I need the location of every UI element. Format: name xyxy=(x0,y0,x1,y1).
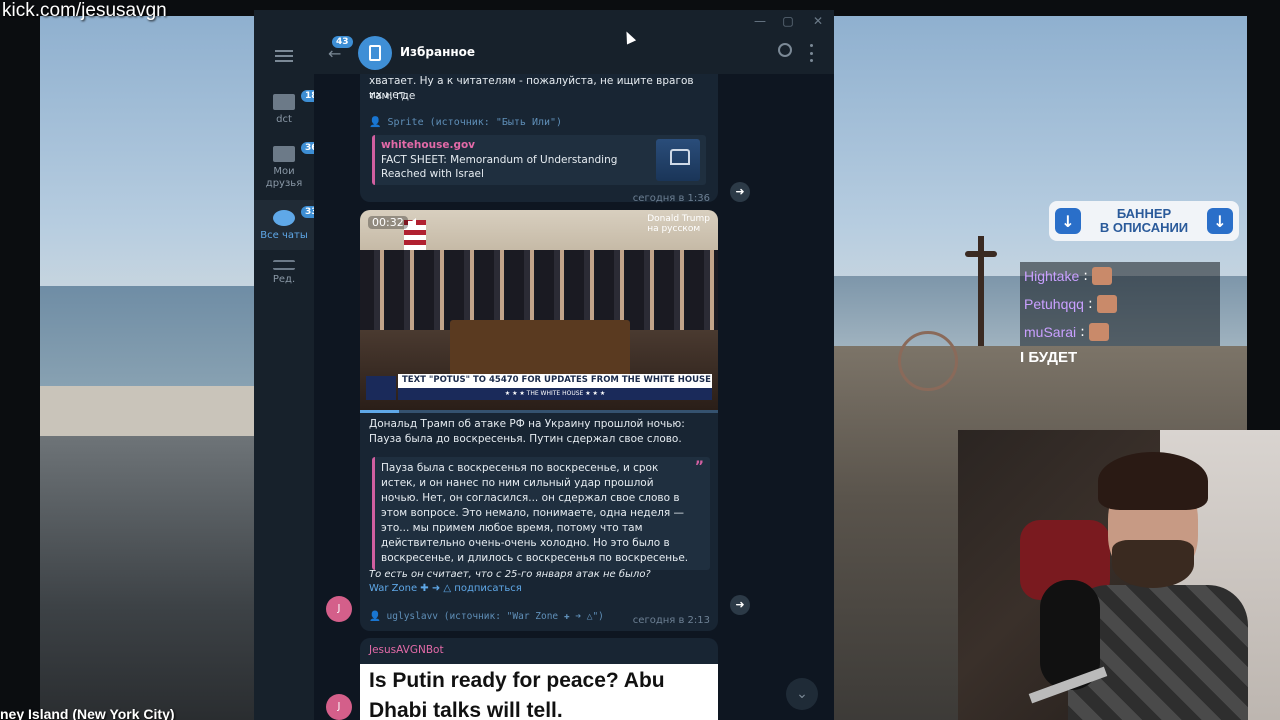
stream-chat: Hightake : Petuhqqq : muSarai : I БУДЕТ xyxy=(1020,262,1220,370)
video-desk xyxy=(450,320,630,380)
webcam-beard xyxy=(1112,540,1194,588)
telegram-window: — ▢ ✕ 188 dct 36 Мои друзья 338 xyxy=(254,10,834,720)
folder-sidebar: 188 dct 36 Мои друзья 338 Все чаты Ред. xyxy=(254,32,328,720)
folder-friends[interactable]: 36 Мои друзья xyxy=(254,142,322,202)
message-text: хватает. Ну а к читателям - пожалуйста, … xyxy=(369,75,694,102)
link-preview[interactable]: whitehouse.gov FACT SHEET: Memorandum of… xyxy=(372,135,706,185)
more-icon[interactable] xyxy=(810,44,814,62)
article-image[interactable]: Is Putin ready for peace? Abu Dhabi talk… xyxy=(360,664,718,720)
parachute-tower-top xyxy=(965,251,997,257)
back-badge: 43 xyxy=(332,36,353,48)
bot-message: JesusAVGNBot Is Putin ready for peace? A… xyxy=(360,638,718,720)
down-arrow-icon: ↓ xyxy=(1055,208,1081,234)
folder-edit[interactable]: Ред. xyxy=(254,260,314,300)
lower-third-text: TEXT "POTUS" TO 45470 FOR UPDATES FROM T… xyxy=(402,375,711,385)
bot-name[interactable]: JesusAVGNBot xyxy=(369,644,444,656)
link-site: whitehouse.gov xyxy=(381,139,476,151)
message-italic: То есть он считает, что с 25-го января а… xyxy=(369,569,651,580)
chat-line: Petuhqqq : xyxy=(1020,290,1220,318)
chat-title[interactable]: Избранное xyxy=(400,45,475,59)
saved-messages-avatar[interactable] xyxy=(358,36,392,70)
whitehouse-thumbnail xyxy=(656,139,700,181)
folder-label: Мои друзья xyxy=(265,166,303,189)
emote-icon xyxy=(1088,323,1109,341)
chat-colon: : xyxy=(1087,296,1093,312)
stream-url: kick.com/jesusavgn xyxy=(2,0,167,21)
folder-icon: 188 xyxy=(273,90,328,110)
share-icon[interactable]: ➜ xyxy=(730,182,750,202)
banner-line-1: БАННЕР xyxy=(1116,206,1172,221)
folder-label: Все чаты xyxy=(260,230,308,241)
article-headline: Is Putin ready for peace? Abu Dhabi talk… xyxy=(369,669,665,720)
forward-source[interactable]: 👤 Sprite (источник: "Быть Или") xyxy=(369,117,562,128)
town-left xyxy=(40,436,255,720)
user-avatar[interactable]: J xyxy=(326,694,352,720)
lower-third: TEXT "POTUS" TO 45470 FOR UPDATES FROM T… xyxy=(398,374,712,400)
chats-icon: 338 xyxy=(273,206,328,226)
quote-icon: ” xyxy=(694,459,704,475)
chat-username: Hightake xyxy=(1024,268,1080,284)
description-banner: ↓ БАННЕР В ОПИСАНИИ ↓ xyxy=(1049,201,1239,241)
share-icon[interactable]: ➜ xyxy=(730,595,750,615)
quote-block: Пауза была с воскресенья по воскресенье,… xyxy=(372,457,710,570)
edit-sliders-icon xyxy=(273,260,295,270)
quote-text: Пауза была с воскресенья по воскресенье,… xyxy=(381,462,689,564)
emote-icon xyxy=(1091,267,1112,285)
chat-message: I БУДЕТ xyxy=(1020,349,1078,366)
chat-header: ← 43 Избранное xyxy=(314,32,834,74)
chat-line: muSarai : xyxy=(1020,318,1220,346)
message-bubble: Дональд Трамп об атаке РФ на Украину про… xyxy=(360,413,718,631)
down-arrow-icon: ↓ xyxy=(1206,208,1233,234)
title-bar[interactable]: — ▢ ✕ xyxy=(254,10,834,32)
user-avatar[interactable]: J xyxy=(326,596,352,622)
message-text: их нет. xyxy=(369,89,409,101)
video-duration: 00:32 xyxy=(368,216,408,229)
beach xyxy=(40,386,260,436)
folder-all-chats[interactable]: 338 Все чаты xyxy=(254,200,328,250)
message-text: Дональд Трамп об атаке РФ на Украину про… xyxy=(369,418,685,445)
emote-icon xyxy=(1096,295,1117,313)
folder-label: Ред. xyxy=(272,274,296,285)
folder-label: dct xyxy=(276,114,292,125)
whitehouse-seal xyxy=(366,376,396,400)
location-caption: ney Island (New York City) xyxy=(0,706,175,720)
message-time: сегодня в 1:36 xyxy=(632,193,710,204)
lower-third-bar: ★ ★ ★ THE WHITE HOUSE ★ ★ ★ xyxy=(398,388,712,400)
message-list[interactable]: хватает. Ну а к читателям - пожалуйста, … xyxy=(314,74,834,720)
video-crowd xyxy=(360,250,718,330)
banner-line-2: В ОПИСАНИИ xyxy=(1099,220,1189,235)
banner-text: БАННЕР В ОПИСАНИИ xyxy=(1100,207,1188,235)
webcam-feed xyxy=(958,430,1280,720)
ferris-wheel xyxy=(898,331,958,391)
chat-username: Petuhqqq xyxy=(1024,296,1084,312)
video-player[interactable]: 00:32 Donald Trump на русском TEXT "POTU… xyxy=(360,210,718,410)
chat-username: muSarai xyxy=(1024,324,1077,340)
watermark-line: Donald Trump xyxy=(647,214,710,224)
scroll-down-button[interactable]: ⌄ xyxy=(786,678,818,710)
subscribe-link[interactable]: War Zone ✚ ➜ △ подписаться xyxy=(369,581,522,596)
folder-icon: 36 xyxy=(273,142,322,162)
message-bubble: хватает. Ну а к читателям - пожалуйста, … xyxy=(360,74,718,204)
folder-dct[interactable]: 188 dct xyxy=(254,90,328,140)
minimize-button[interactable]: — xyxy=(752,13,768,29)
watermark-line: на русском xyxy=(647,224,701,234)
link-title: FACT SHEET: Memorandum of Understanding … xyxy=(381,154,618,180)
maximize-button[interactable]: ▢ xyxy=(780,13,796,29)
screen: kick.com/jesusavgn ney Island (New York … xyxy=(0,0,1280,720)
chat-colon: : xyxy=(1080,324,1085,340)
menu-icon[interactable] xyxy=(275,50,293,62)
bookmark-icon xyxy=(369,45,381,61)
webcam-hair xyxy=(1098,452,1208,510)
video-watermark: Donald Trump на русском xyxy=(647,214,710,234)
close-button[interactable]: ✕ xyxy=(810,13,826,29)
chat-colon: : xyxy=(1083,268,1088,284)
chat-line: Hightake : xyxy=(1020,262,1220,290)
forward-source[interactable]: 👤 uglyslavv (источник: "War Zone ✚ ➜ △") xyxy=(369,611,604,622)
search-icon[interactable] xyxy=(778,43,792,57)
message-time: сегодня в 2:13 xyxy=(632,615,710,626)
